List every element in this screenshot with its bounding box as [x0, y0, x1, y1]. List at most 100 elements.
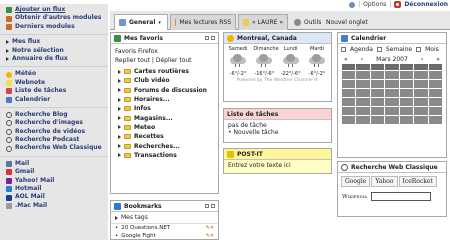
calendar-day-cell[interactable] — [414, 71, 428, 79]
calendar-day-cell[interactable] — [356, 71, 370, 79]
folder-item[interactable]: Club vidéo — [111, 76, 218, 85]
folder-item[interactable]: Cartes routières — [111, 67, 218, 76]
calendar-day-cell[interactable] — [385, 71, 399, 79]
collapse-all-link[interactable]: Replier tout — [115, 57, 150, 64]
sidebar-item-mac-mail[interactable]: .Mac Mail — [0, 202, 108, 210]
calendar-day-cell[interactable] — [370, 107, 385, 115]
folder-item[interactable]: Meteo — [111, 123, 218, 132]
sidebar-item-calendar[interactable]: Calendrier — [0, 96, 108, 104]
calendar-day-cell[interactable] — [399, 71, 414, 79]
calendar-day-cell[interactable] — [385, 107, 399, 115]
engine-tab-yahoo[interactable]: Yahoo — [371, 176, 398, 187]
widget-header[interactable]: POST-IT — [224, 149, 331, 160]
user-icon[interactable] — [349, 1, 356, 8]
calendar-day-cell[interactable] — [342, 89, 356, 97]
agenda-link[interactable]: Agenda — [350, 46, 373, 53]
folder-item[interactable]: Magasins... — [111, 113, 218, 122]
engine-tab-google[interactable]: Google — [341, 176, 371, 187]
sidebar-item-my-feeds[interactable]: Mes flux — [0, 38, 108, 46]
minimize-icon[interactable] — [205, 36, 209, 40]
bookmark-tags[interactable]: Mes tags — [111, 212, 218, 224]
sidebar-item-yahoo-mail[interactable]: Yahoo! Mail — [0, 177, 108, 185]
calendar-day-cell[interactable] — [356, 116, 370, 124]
tab-new[interactable]: Nouvel onglet — [322, 14, 372, 30]
options-link[interactable]: Options — [363, 1, 386, 8]
widget-header[interactable]: Mes favoris — [111, 33, 218, 44]
widget-header[interactable]: Bookmarks — [111, 201, 218, 212]
sidebar-item-gmail[interactable]: Gmail — [0, 168, 108, 176]
search-input[interactable] — [371, 192, 432, 201]
calendar-day-cell[interactable] — [428, 71, 442, 79]
sidebar-item-directory[interactable]: Annuaire de flux — [0, 55, 108, 63]
calendar-day-cell[interactable] — [385, 89, 399, 97]
folder-item[interactable]: Recettes — [111, 132, 218, 141]
calendar-day-cell[interactable] — [399, 116, 414, 124]
calendar-day-cell[interactable] — [428, 107, 442, 115]
prev-year-button[interactable]: « — [344, 56, 348, 63]
tab-laure[interactable]: « LAURE » — [238, 14, 288, 30]
calendar-day-cell[interactable] — [356, 80, 370, 88]
calendar-day-cell[interactable] — [399, 80, 414, 88]
tab-general[interactable]: General ▾ — [114, 14, 168, 30]
calendar-day-cell[interactable] — [414, 116, 428, 124]
calendar-day-cell[interactable] — [342, 80, 356, 88]
sidebar-item-hotmail[interactable]: Hotmail — [0, 185, 108, 193]
week-link[interactable]: Semaine — [386, 46, 412, 53]
edit-icon[interactable]: ✎✕ — [206, 225, 214, 231]
calendar-day-cell[interactable] — [356, 98, 370, 106]
sidebar-item-blog-search[interactable]: Recherche Blog — [0, 111, 108, 119]
sidebar-item-add-feed[interactable]: Ajouter un flux — [0, 6, 108, 14]
bookmark-row[interactable]: • 20 Questions.NET ✎✕ — [111, 224, 218, 232]
calendar-day-cell[interactable] — [370, 98, 385, 106]
calendar-day-cell[interactable] — [428, 116, 442, 124]
folder-item[interactable]: Infos — [111, 104, 218, 113]
engine-tab-icerocket[interactable]: IceRocket — [398, 176, 437, 187]
widget-header[interactable]: Calendrier — [338, 33, 446, 44]
calendar-day-cell[interactable] — [414, 89, 428, 97]
tab-outils[interactable]: Outils — [290, 14, 325, 30]
minimize-icon[interactable] — [205, 204, 209, 208]
calendar-day-cell[interactable] — [342, 116, 356, 124]
calendar-day-cell[interactable] — [399, 98, 414, 106]
widget-header[interactable]: Recherche Web Classique — [338, 162, 446, 173]
calendar-day-cell[interactable] — [414, 107, 428, 115]
calendar-day-cell[interactable] — [342, 71, 356, 79]
bookmark-row[interactable]: • Google Fight ✎✕ — [111, 232, 218, 239]
folder-item[interactable]: Horaires... — [111, 95, 218, 104]
sidebar-item-latest-modules[interactable]: Derniers modules — [0, 23, 108, 31]
sidebar-item-weather[interactable]: Météo — [0, 70, 108, 78]
calendar-day-cell[interactable] — [428, 89, 442, 97]
calendar-day-cell[interactable] — [356, 107, 370, 115]
calendar-day-cell[interactable] — [370, 71, 385, 79]
calendar-day-cell[interactable] — [370, 80, 385, 88]
weather-source[interactable]: Powered by The Weather Channel ® — [224, 78, 331, 83]
calendar-day-cell[interactable] — [428, 98, 442, 106]
month-link[interactable]: Mois — [425, 46, 439, 53]
calendar-day-cell[interactable] — [370, 116, 385, 124]
sidebar-item-video-search[interactable]: Recherche de vidéos — [0, 128, 108, 136]
edit-icon[interactable]: ✎✕ — [206, 233, 214, 239]
calendar-day-cell[interactable] — [342, 107, 356, 115]
sidebar-item-selection[interactable]: Notre sélection — [0, 47, 108, 55]
calendar-day-cell[interactable] — [385, 80, 399, 88]
sidebar-item-aol-mail[interactable]: AOL Mail — [0, 193, 108, 201]
logout-link[interactable]: Déconnexion — [404, 1, 448, 8]
calendar-day-cell[interactable] — [385, 116, 399, 124]
calendar-day-cell[interactable] — [399, 89, 414, 97]
widget-header[interactable]: Liste de tâches — [224, 109, 331, 120]
folder-item[interactable]: Recherches... — [111, 141, 218, 150]
calendar-day-cell[interactable] — [385, 98, 399, 106]
sidebar-item-image-search[interactable]: Recherche d'images — [0, 119, 108, 127]
logout-icon[interactable] — [394, 1, 402, 8]
folder-item[interactable]: Forums de discussion — [111, 86, 218, 95]
widget-header[interactable]: Montreal, Canada — [224, 33, 331, 44]
next-month-button[interactable]: › — [421, 56, 423, 63]
postit-textarea[interactable]: Entrez votre texte ici — [224, 160, 331, 173]
sidebar-item-podcast-search[interactable]: Recherche Podcast — [0, 136, 108, 144]
chevron-down-icon[interactable]: ▾ — [158, 20, 161, 26]
calendar-day-cell[interactable] — [370, 89, 385, 97]
calendar-day-cell[interactable] — [414, 98, 428, 106]
close-icon[interactable] — [211, 204, 215, 208]
sidebar-item-more-modules[interactable]: Obtenir d'autres modules — [0, 14, 108, 22]
calendar-day-cell[interactable] — [356, 89, 370, 97]
